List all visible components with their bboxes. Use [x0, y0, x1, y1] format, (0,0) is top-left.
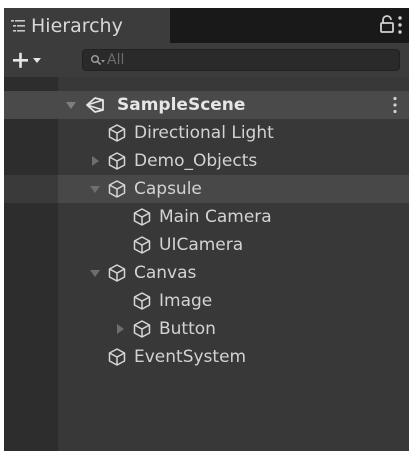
tree-item-label: Directional Light [134, 123, 274, 143]
tree-item-directional-light[interactable]: Directional Light [4, 119, 409, 147]
tab-strip: Hierarchy [4, 8, 409, 43]
tree-item-label: Image [159, 291, 213, 311]
tree-item-label: UICamera [159, 235, 244, 255]
tab-label: Hierarchy [31, 15, 123, 37]
gameobject-cube-icon [108, 264, 126, 282]
search-icon [90, 54, 105, 66]
tree-item-label: Capsule [134, 179, 202, 199]
expand-arrow-down-icon[interactable] [89, 183, 101, 195]
tree-item-main-camera[interactable]: Main Camera [4, 203, 409, 231]
search-input[interactable] [107, 50, 387, 70]
gameobject-cube-icon [108, 124, 126, 142]
expand-arrow-right-icon[interactable] [114, 323, 126, 335]
unity-scene-icon [86, 97, 104, 113]
expand-arrow-right-icon[interactable] [89, 155, 101, 167]
tree-item-label: EventSystem [134, 347, 247, 367]
expand-arrow-down-icon[interactable] [89, 267, 101, 279]
tree-item-label: Canvas [134, 263, 197, 283]
panel-menu-icon[interactable] [395, 14, 405, 36]
chevron-down-icon [33, 58, 41, 63]
scene-menu-icon[interactable] [390, 95, 400, 115]
gameobject-cube-icon [133, 320, 151, 338]
tree-item-label: Button [159, 319, 216, 339]
tree-item-label: Demo_Objects [134, 151, 258, 171]
tree-item-button[interactable]: Button [4, 315, 409, 343]
search-field[interactable] [82, 49, 400, 71]
tree-item-canvas[interactable]: Canvas [4, 259, 409, 287]
tree-item-demo-objects[interactable]: Demo_Objects [4, 147, 409, 175]
hierarchy-window: Hierarchy All SampleScene Directional Li… [4, 8, 409, 451]
tree-item-label: Main Camera [159, 207, 272, 227]
gameobject-cube-icon [133, 292, 151, 310]
scene-row[interactable]: SampleScene [4, 91, 409, 119]
tree-item-eventsystem[interactable]: EventSystem [4, 343, 409, 371]
hierarchy-toolbar [4, 43, 409, 77]
lock-icon[interactable] [379, 14, 395, 34]
gameobject-cube-icon [108, 348, 126, 366]
tree-item-image[interactable]: Image [4, 287, 409, 315]
tab-hierarchy[interactable]: Hierarchy [4, 8, 170, 43]
row-gutter-highlight [4, 175, 58, 203]
hierarchy-tree: SampleScene Directional Light Demo_Objec… [4, 77, 409, 451]
tree-item-capsule[interactable]: Capsule [4, 175, 409, 203]
expand-arrow-down-icon[interactable] [65, 99, 77, 111]
gameobject-cube-icon [108, 180, 126, 198]
tree-item-uicamera[interactable]: UICamera [4, 231, 409, 259]
scene-name: SampleScene [117, 95, 246, 115]
hierarchy-list-icon [11, 20, 25, 32]
gameobject-cube-icon [133, 208, 151, 226]
gameobject-cube-icon [133, 236, 151, 254]
create-dropdown-button[interactable] [10, 49, 50, 71]
gameobject-cube-icon [108, 152, 126, 170]
